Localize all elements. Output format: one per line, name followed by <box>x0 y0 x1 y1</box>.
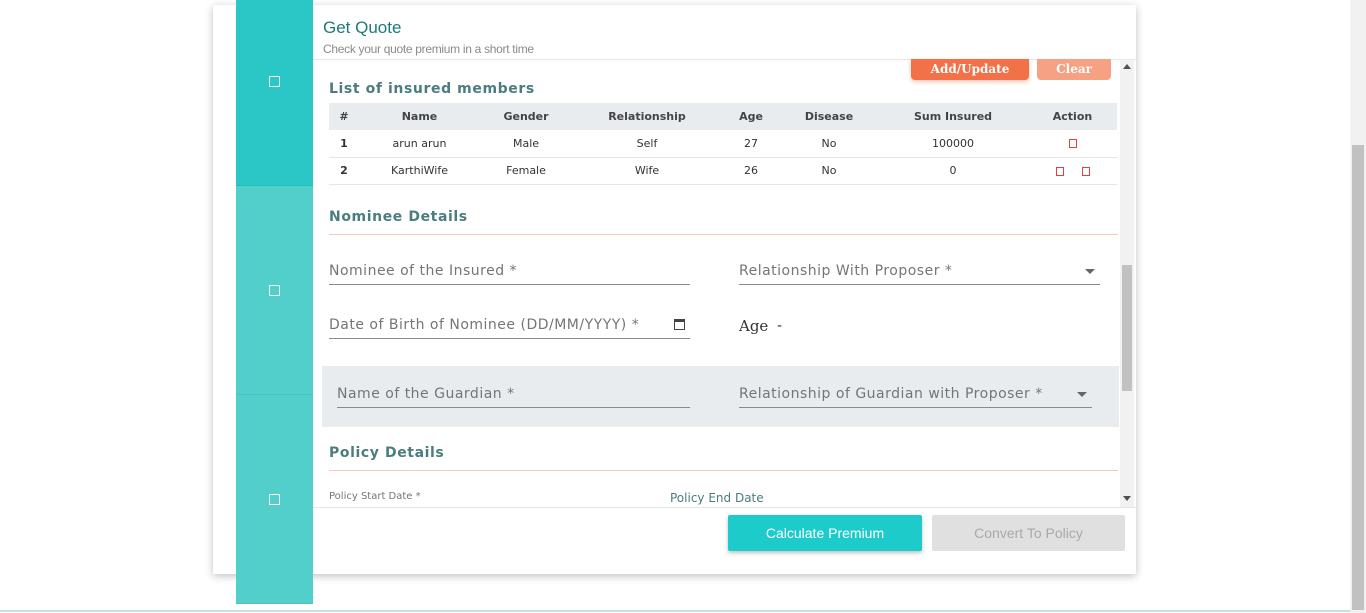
row-gender: Male <box>480 130 572 158</box>
col-sum-insured: Sum Insured <box>878 103 1028 130</box>
age-value: - <box>777 317 782 334</box>
row-name: KarthiWife <box>359 157 480 185</box>
bottom-border <box>0 610 1350 612</box>
table-row: 1 arun arun Male Self 27 No 100000 <box>329 130 1117 158</box>
nominee-relationship-label: Relationship With Proposer * <box>739 263 953 279</box>
col-action: Action <box>1028 103 1117 130</box>
step-3-icon <box>269 494 280 505</box>
col-relationship: Relationship <box>572 103 722 130</box>
insured-members-title: List of insured members <box>329 81 535 97</box>
row-name: arun arun <box>359 130 480 158</box>
table-header-row: # Name Gender Relationship Age Disease S… <box>329 103 1117 130</box>
policy-end-date-label: Policy End Date <box>670 491 764 505</box>
step-2-icon <box>269 285 280 296</box>
table-row: 2 KarthiWife Female Wife 26 No 0 <box>329 157 1117 185</box>
chevron-down-icon <box>1085 269 1095 274</box>
row-actions <box>1028 130 1117 158</box>
convert-to-policy-button[interactable]: Convert To Policy <box>932 515 1125 551</box>
nominee-name-field[interactable]: Nominee of the Insured * <box>329 263 690 285</box>
col-disease: Disease <box>780 103 878 130</box>
row-sum-insured: 0 <box>878 157 1028 185</box>
step-2[interactable] <box>236 186 313 395</box>
row-gender: Female <box>480 157 572 185</box>
step-1[interactable] <box>236 0 313 186</box>
nominee-dob-field[interactable]: Date of Birth of Nominee (DD/MM/YYYY) * <box>329 317 690 339</box>
footer-divider <box>313 507 1136 508</box>
row-disease: No <box>780 157 878 185</box>
page-title: Get Quote <box>323 18 402 37</box>
chevron-down-icon <box>1077 392 1087 397</box>
insured-members-table: # Name Gender Relationship Age Disease S… <box>329 103 1117 185</box>
edit-icon[interactable] <box>1055 166 1064 176</box>
row-index: 1 <box>329 130 359 158</box>
policy-details-title: Policy Details <box>329 445 445 461</box>
row-actions <box>1028 157 1117 185</box>
clear-button[interactable]: Clear <box>1037 59 1111 80</box>
nominee-details-title: Nominee Details <box>329 209 468 225</box>
page-subtitle: Check your quote premium in a short time <box>323 42 534 56</box>
scroll-down-icon[interactable] <box>1123 496 1131 501</box>
calculate-premium-button[interactable]: Calculate Premium <box>728 515 922 551</box>
step-3[interactable] <box>236 395 313 604</box>
form-scrollbar-thumb[interactable] <box>1122 265 1132 391</box>
guardian-relationship-select[interactable]: Relationship of Guardian with Proposer * <box>739 386 1092 408</box>
step-sidebar <box>236 0 313 604</box>
col-gender: Gender <box>480 103 572 130</box>
guardian-name-field[interactable]: Name of the Guardian * <box>337 386 690 408</box>
row-relationship: Self <box>572 130 722 158</box>
nominee-name-label: Nominee of the Insured * <box>329 263 518 279</box>
col-index: # <box>329 103 359 130</box>
guardian-name-label: Name of the Guardian * <box>337 386 515 402</box>
row-sum-insured: 100000 <box>878 130 1028 158</box>
row-disease: No <box>780 130 878 158</box>
policy-divider <box>329 470 1118 471</box>
step-1-icon <box>269 76 280 87</box>
nominee-dob-label: Date of Birth of Nominee (DD/MM/YYYY) * <box>329 317 640 333</box>
delete-icon[interactable] <box>1068 139 1077 149</box>
row-index: 2 <box>329 157 359 185</box>
page-scrollbar-thumb[interactable] <box>1352 145 1364 610</box>
nominee-divider <box>329 234 1118 235</box>
delete-icon[interactable] <box>1081 166 1090 176</box>
col-age: Age <box>722 103 780 130</box>
add-update-button[interactable]: Add/Update <box>911 59 1029 80</box>
nominee-relationship-select[interactable]: Relationship With Proposer * <box>739 263 1100 285</box>
row-age: 26 <box>722 157 780 185</box>
row-relationship: Wife <box>572 157 722 185</box>
policy-start-date-label: Policy Start Date * <box>329 491 421 502</box>
scroll-up-icon[interactable] <box>1123 64 1131 69</box>
age-label: Age <box>739 317 769 335</box>
calendar-icon[interactable] <box>674 319 685 330</box>
row-age: 27 <box>722 130 780 158</box>
guardian-relationship-label: Relationship of Guardian with Proposer * <box>739 386 1043 402</box>
page: Get Quote Check your quote premium in a … <box>0 0 1366 613</box>
col-name: Name <box>359 103 480 130</box>
